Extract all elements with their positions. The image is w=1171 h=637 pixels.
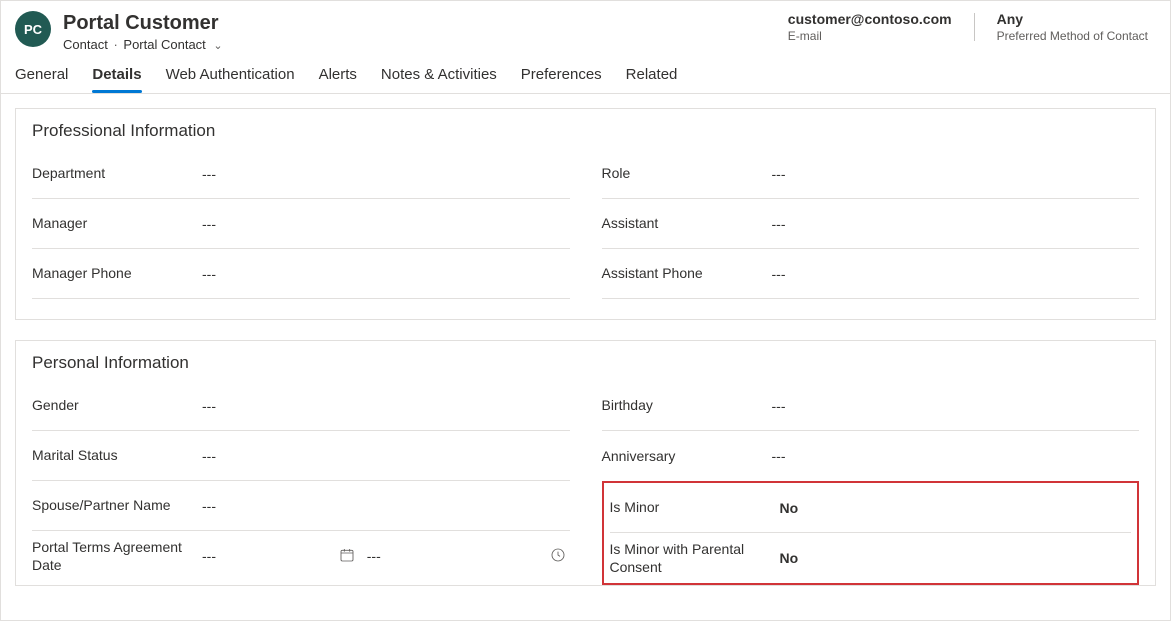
form-name: Portal Contact [123,37,205,52]
field-marital-status[interactable]: Marital Status --- [32,431,570,481]
field-value-date: --- [202,548,216,564]
section-professional-information: Professional Information Department --- … [15,108,1156,320]
entity-name: Contact [63,37,108,52]
field-gender[interactable]: Gender --- [32,381,570,431]
tab-related[interactable]: Related [626,66,678,93]
field-value: No [780,550,1132,566]
avatar-initials: PC [24,22,42,37]
form-tabs: General Details Web Authentication Alert… [1,52,1170,94]
section-personal-information: Personal Information Gender --- Marital … [15,340,1156,586]
field-value: --- [202,398,570,414]
field-portal-terms-agreement-date[interactable]: Portal Terms Agreement Date --- --- [32,531,570,581]
header-contactmethod-value: Any [997,11,1148,27]
field-value: No [780,500,1132,516]
field-label: Is Minor with Parental Consent [610,534,770,582]
field-value: --- [202,448,570,464]
field-label: Gender [32,390,192,420]
field-assistant[interactable]: Assistant --- [602,199,1140,249]
minor-highlight-box: Is Minor No Is Minor with Parental Conse… [602,481,1140,585]
field-assistant-phone[interactable]: Assistant Phone --- [602,249,1140,299]
field-label: Manager Phone [32,258,192,288]
header-contactmethod-field[interactable]: Any Preferred Method of Contact [989,11,1156,43]
field-value: --- [202,216,570,232]
field-label: Manager [32,208,192,238]
section-title-professional: Professional Information [16,121,1155,149]
field-spouse-partner-name[interactable]: Spouse/Partner Name --- [32,481,570,531]
field-label: Marital Status [32,440,192,470]
tab-details[interactable]: Details [92,66,141,93]
field-value: --- [202,498,570,514]
field-value: --- [772,216,1140,232]
subtitle-separator: · [111,37,119,52]
field-label: Role [602,158,762,188]
tab-web-authentication[interactable]: Web Authentication [166,66,295,93]
form-header: PC Portal Customer Contact · Portal Cont… [1,1,1170,52]
header-email-label: E-mail [788,29,952,43]
calendar-icon[interactable] [335,547,359,566]
header-divider [974,13,975,41]
field-role[interactable]: Role --- [602,149,1140,199]
field-anniversary[interactable]: Anniversary --- [602,431,1140,481]
chevron-down-icon: ⌄ [209,40,222,52]
field-birthday[interactable]: Birthday --- [602,381,1140,431]
tab-preferences[interactable]: Preferences [521,66,602,93]
field-label: Birthday [602,390,762,420]
field-label: Anniversary [602,441,762,471]
header-email-field[interactable]: customer@contoso.com E-mail [780,11,960,43]
field-manager-phone[interactable]: Manager Phone --- [32,249,570,299]
field-label: Assistant Phone [602,258,762,288]
tab-notes-activities[interactable]: Notes & Activities [381,66,497,93]
section-title-personal: Personal Information [16,353,1155,381]
tab-general[interactable]: General [15,66,68,93]
field-value: --- [202,166,570,182]
record-title: Portal Customer [63,11,780,35]
field-value: --- [202,266,570,282]
field-label: Portal Terms Agreement Date [32,532,192,580]
field-label: Spouse/Partner Name [32,490,192,520]
field-is-minor-with-parental-consent[interactable]: Is Minor with Parental Consent No [610,533,1132,583]
field-value: --- [772,266,1140,282]
field-value-time: --- [367,548,427,564]
avatar: PC [15,11,51,47]
field-label: Assistant [602,208,762,238]
field-department[interactable]: Department --- [32,149,570,199]
clock-icon[interactable] [546,547,570,566]
field-value: --- [772,448,1140,464]
field-value: --- [772,398,1140,414]
field-is-minor[interactable]: Is Minor No [610,483,1132,533]
header-contactmethod-label: Preferred Method of Contact [997,29,1148,43]
record-subtitle[interactable]: Contact · Portal Contact ⌄ [63,37,780,52]
header-email-value: customer@contoso.com [788,11,952,27]
field-value: --- [772,166,1140,182]
field-manager[interactable]: Manager --- [32,199,570,249]
tab-alerts[interactable]: Alerts [319,66,357,93]
field-label: Is Minor [610,492,770,522]
field-label: Department [32,158,192,188]
